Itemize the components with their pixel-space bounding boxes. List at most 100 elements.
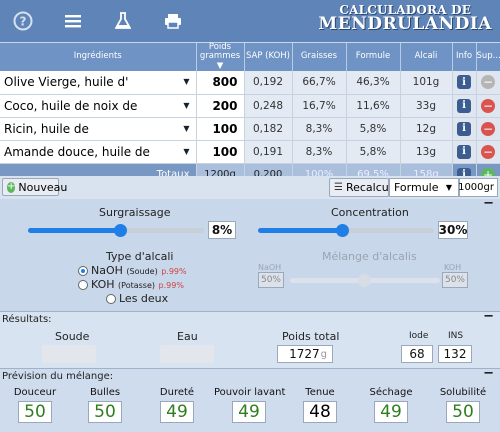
type-alcali-label: Type d'alcali (106, 250, 174, 263)
dropdown-arrow-icon: ▼ (183, 123, 190, 133)
melange-label: Mélange d'alcalis (322, 250, 417, 263)
prediction-value: 48 (303, 401, 337, 423)
remove-icon: − (481, 144, 495, 159)
formule-cell: 5,8% (346, 140, 401, 164)
table-row: Coco, huile de noix de ▼ 200 0,248 16,7% … (0, 94, 500, 118)
nouveau-button[interactable]: + Nouveau (2, 178, 67, 196)
alcali-cell: 101g (400, 71, 453, 95)
remove-icon: − (481, 98, 495, 113)
ingredient-select[interactable]: Ricin, huile de ▼ (0, 117, 197, 141)
prediction-value: 50 (88, 401, 122, 423)
ingredient-select[interactable]: Amande douce, huile de ▼ (0, 140, 197, 164)
concentration-label: Concentration (331, 206, 409, 219)
poids-input[interactable]: 100 (196, 117, 245, 141)
print-icon[interactable] (162, 10, 184, 32)
surgraissage-value[interactable]: 8% (208, 221, 236, 239)
melange-naoh-value: 50% (258, 272, 284, 288)
col-poids[interactable]: Poids grammes ▼ (196, 42, 245, 72)
info-button[interactable]: i (452, 140, 477, 164)
melange-naoh-label: NaOH (258, 263, 282, 272)
prediction-value: 50 (18, 401, 52, 423)
slider-handle[interactable] (114, 224, 127, 237)
iode-value: 68 (401, 345, 433, 363)
soude-label: Soude (55, 330, 90, 343)
prevision-panel: Prévision du mélange: − Douceur 50 Bulle… (0, 366, 500, 432)
svg-text:?: ? (20, 15, 27, 29)
poids-total-value: 1727 g (277, 345, 333, 363)
info-icon: i (457, 121, 471, 136)
alcali-cell: 12g (400, 117, 453, 141)
help-icon[interactable]: ? (12, 10, 34, 32)
slider-handle[interactable] (336, 224, 349, 237)
concentration-slider[interactable] (258, 224, 434, 237)
formule-cell: 46,3% (346, 71, 401, 95)
poids-input[interactable]: 100 (196, 140, 245, 164)
collapse-icon[interactable]: − (483, 309, 494, 324)
results-panel: Résultats: − Soude Eau Poids total 1727 g… (0, 309, 500, 368)
info-button[interactable]: i (452, 117, 477, 141)
dropdown-arrow-icon: ▼ (183, 146, 190, 156)
col-info: Info (452, 43, 477, 72)
sap-cell: 0,182 (244, 117, 293, 141)
eau-label: Eau (177, 330, 198, 343)
graisses-cell: 8,3% (292, 117, 347, 141)
formule-cell: 11,6% (346, 94, 401, 118)
graisses-cell: 66,7% (292, 71, 347, 95)
remove-button[interactable]: − (476, 140, 500, 164)
ingredient-select[interactable]: Olive Vierge, huile d' ▼ (0, 71, 197, 95)
flask-icon[interactable] (112, 10, 134, 32)
remove-button[interactable]: − (476, 71, 500, 95)
prediction-value: 49 (160, 401, 194, 423)
table-row: Ricin, huile de ▼ 100 0,182 8,3% 5,8% 12g… (0, 117, 500, 141)
info-icon: i (457, 98, 471, 113)
collapse-icon[interactable]: − (483, 366, 494, 381)
iode-label: Iode (409, 331, 429, 341)
prediction-value: 49 (232, 401, 266, 423)
formule-select[interactable]: Formule ▼ (389, 178, 459, 197)
sliders-icon: ☰ (334, 182, 343, 193)
menu-icon[interactable] (62, 10, 84, 32)
prediction-bulles: Bulles 50 (88, 387, 122, 423)
radio-icon (106, 294, 116, 304)
remove-button[interactable]: − (476, 117, 500, 141)
recalculer-button[interactable]: ☰ Recalculer (329, 178, 403, 197)
remove-button[interactable]: − (476, 94, 500, 118)
melange-koh-label: KOH (444, 263, 462, 272)
prediction-value: 50 (446, 401, 480, 423)
slider-handle (358, 274, 371, 287)
koh-option[interactable]: KOH (Potasse) p.99% (78, 278, 184, 291)
concentration-value[interactable]: 30% (438, 221, 468, 239)
table-row: Olive Vierge, huile d' ▼ 800 0,192 66,7% … (0, 71, 500, 95)
col-graisses: Graisses (292, 43, 347, 72)
naoh-option[interactable]: NaOH (Soude) p.99% (78, 264, 187, 277)
remove-icon: − (481, 75, 495, 90)
poids-input[interactable]: 800 (196, 71, 245, 95)
app-header: ? CALCULADORA DE MENDRULANDIA (0, 0, 500, 42)
chevron-down-icon: ▼ (445, 183, 452, 192)
weight-input[interactable]: 1000gr (458, 178, 498, 197)
results-label: Résultats: (2, 314, 52, 325)
ingredient-select[interactable]: Coco, huile de noix de ▼ (0, 94, 197, 118)
col-sap: SAP (KOH) (244, 43, 293, 72)
sap-cell: 0,191 (244, 140, 293, 164)
collapse-icon[interactable]: − (483, 196, 494, 211)
info-button[interactable]: i (452, 94, 477, 118)
slider-fill (258, 228, 342, 233)
surgraissage-slider[interactable] (28, 224, 204, 237)
remove-icon: − (481, 121, 495, 136)
info-icon: i (457, 144, 471, 159)
sap-cell: 0,192 (244, 71, 293, 95)
prediction-value: 49 (374, 401, 408, 423)
slider-fill (28, 228, 120, 233)
alcali-cell: 33g (400, 94, 453, 118)
settings-panel: − Surgraissage 8% Concentration 30% Type… (0, 196, 500, 311)
poids-input[interactable]: 200 (196, 94, 245, 118)
dropdown-arrow-icon: ▼ (183, 77, 190, 87)
les-deux-option[interactable]: Les deux (106, 292, 168, 305)
prediction-pouvoir-lavant: Pouvoir lavant 49 (214, 387, 286, 423)
info-button[interactable]: i (452, 71, 477, 95)
melange-slider (290, 274, 440, 287)
ins-label: INS (448, 331, 464, 341)
col-ingredients: Ingrédients (0, 43, 197, 72)
surgraissage-label: Surgraissage (99, 206, 171, 219)
